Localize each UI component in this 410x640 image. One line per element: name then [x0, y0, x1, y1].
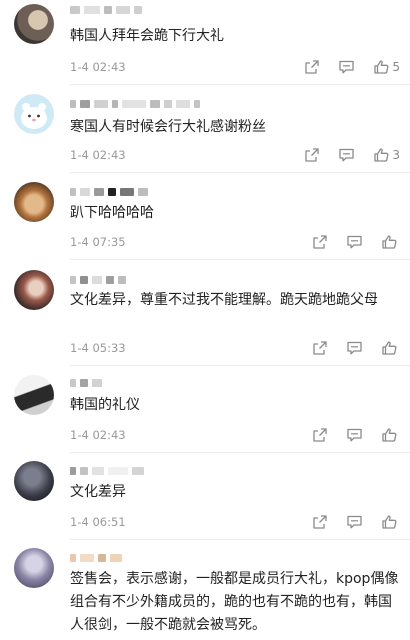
- username[interactable]: [70, 186, 148, 198]
- username[interactable]: [70, 465, 144, 477]
- divider: [70, 172, 410, 173]
- comment-text: 寒国人有时候会行大礼感谢粉丝: [70, 119, 266, 135]
- share-button[interactable]: [312, 512, 328, 532]
- comment-text: 韩国人拜年会跪下行大礼: [70, 28, 224, 44]
- like-button[interactable]: 5: [373, 57, 400, 77]
- comment-button[interactable]: [338, 145, 355, 165]
- share-icon: [313, 428, 327, 442]
- comment-time: 1-4 07:35: [70, 235, 126, 249]
- comment-icon: [339, 148, 355, 162]
- comment-icon: [347, 428, 362, 442]
- divider: [70, 452, 410, 453]
- comment-time: 1-4 05:33: [70, 341, 126, 355]
- share-icon: [305, 148, 320, 162]
- like-button[interactable]: [381, 338, 400, 358]
- comment-button[interactable]: [346, 338, 363, 358]
- share-icon: [313, 235, 327, 249]
- username[interactable]: [70, 98, 200, 110]
- thumbs-up-icon: [374, 60, 389, 74]
- divider: [70, 259, 410, 260]
- comment-icon: [347, 341, 362, 355]
- comment-time: 1-4 02:43: [70, 60, 126, 74]
- comment-icon: [347, 515, 362, 529]
- comment-button[interactable]: [346, 512, 363, 532]
- cartoon-avatar-icon: [21, 103, 47, 129]
- username[interactable]: [70, 4, 142, 16]
- comment-actions: [312, 512, 400, 532]
- like-count: 5: [392, 60, 400, 74]
- share-icon: [305, 60, 320, 74]
- comment-button[interactable]: [346, 232, 363, 252]
- comment-text: 趴下哈哈哈哈: [70, 205, 154, 221]
- comment-button[interactable]: [338, 57, 355, 77]
- comment-time: 1-4 02:43: [70, 428, 126, 442]
- comment-button[interactable]: [346, 425, 363, 445]
- like-button[interactable]: [381, 232, 400, 252]
- comment-text: 文化差异: [70, 484, 126, 500]
- avatar[interactable]: [14, 375, 54, 415]
- comment-list: 韩国人拜年会跪下行大礼 1-4 02:43 5 寒国人有时候会行大礼感谢粉丝 1…: [0, 0, 410, 640]
- comment-meta: 1-4 06:51: [70, 512, 400, 532]
- comment-meta: 1-4 02:43 5: [70, 57, 400, 77]
- like-button[interactable]: [381, 425, 400, 445]
- divider: [70, 84, 410, 85]
- comment-meta: 1-4 02:43 3: [70, 145, 400, 165]
- comment-text: 文化差异，尊重不过我不能理解。跪天跪地跪父母: [70, 292, 378, 308]
- share-button[interactable]: [312, 425, 328, 445]
- like-button[interactable]: 3: [373, 145, 400, 165]
- comment-text: 签售会，表示感谢，一般都是成员行大礼，kpop偶像组合有不少外籍成员的，跪的也有…: [70, 571, 399, 633]
- username[interactable]: [70, 377, 102, 389]
- thumbs-up-icon: [374, 148, 389, 162]
- avatar[interactable]: [14, 461, 54, 501]
- comment-time: 1-4 06:51: [70, 515, 126, 529]
- avatar[interactable]: [14, 94, 54, 134]
- comment-actions: [312, 425, 400, 445]
- like-button[interactable]: [381, 512, 400, 532]
- comment-time: 1-4 02:43: [70, 148, 126, 162]
- share-icon: [313, 341, 327, 355]
- comment-meta: 1-4 05:33: [70, 338, 400, 358]
- comment-icon: [347, 235, 362, 249]
- avatar[interactable]: [14, 548, 54, 588]
- username[interactable]: [70, 274, 126, 286]
- avatar[interactable]: [14, 182, 54, 222]
- comment-text: 韩国的礼仪: [70, 397, 140, 413]
- comment-icon: [339, 60, 355, 74]
- share-button[interactable]: [312, 232, 328, 252]
- comment-actions: [312, 232, 400, 252]
- divider: [70, 539, 410, 540]
- comment-actions: 5: [304, 57, 400, 77]
- divider: [70, 365, 410, 366]
- avatar[interactable]: [14, 270, 54, 310]
- thumbs-up-icon: [382, 428, 397, 442]
- username[interactable]: [70, 552, 122, 564]
- avatar[interactable]: [14, 4, 54, 44]
- thumbs-up-icon: [382, 515, 397, 529]
- comment-actions: 3: [304, 145, 400, 165]
- comment-meta: 1-4 02:43: [70, 425, 400, 445]
- like-count: 3: [392, 148, 400, 162]
- comment-actions: [312, 338, 400, 358]
- share-button[interactable]: [304, 145, 320, 165]
- thumbs-up-icon: [382, 235, 397, 249]
- share-icon: [313, 515, 327, 529]
- thumbs-up-icon: [382, 341, 397, 355]
- comment-meta: 1-4 07:35: [70, 232, 400, 252]
- share-button[interactable]: [312, 338, 328, 358]
- share-button[interactable]: [304, 57, 320, 77]
